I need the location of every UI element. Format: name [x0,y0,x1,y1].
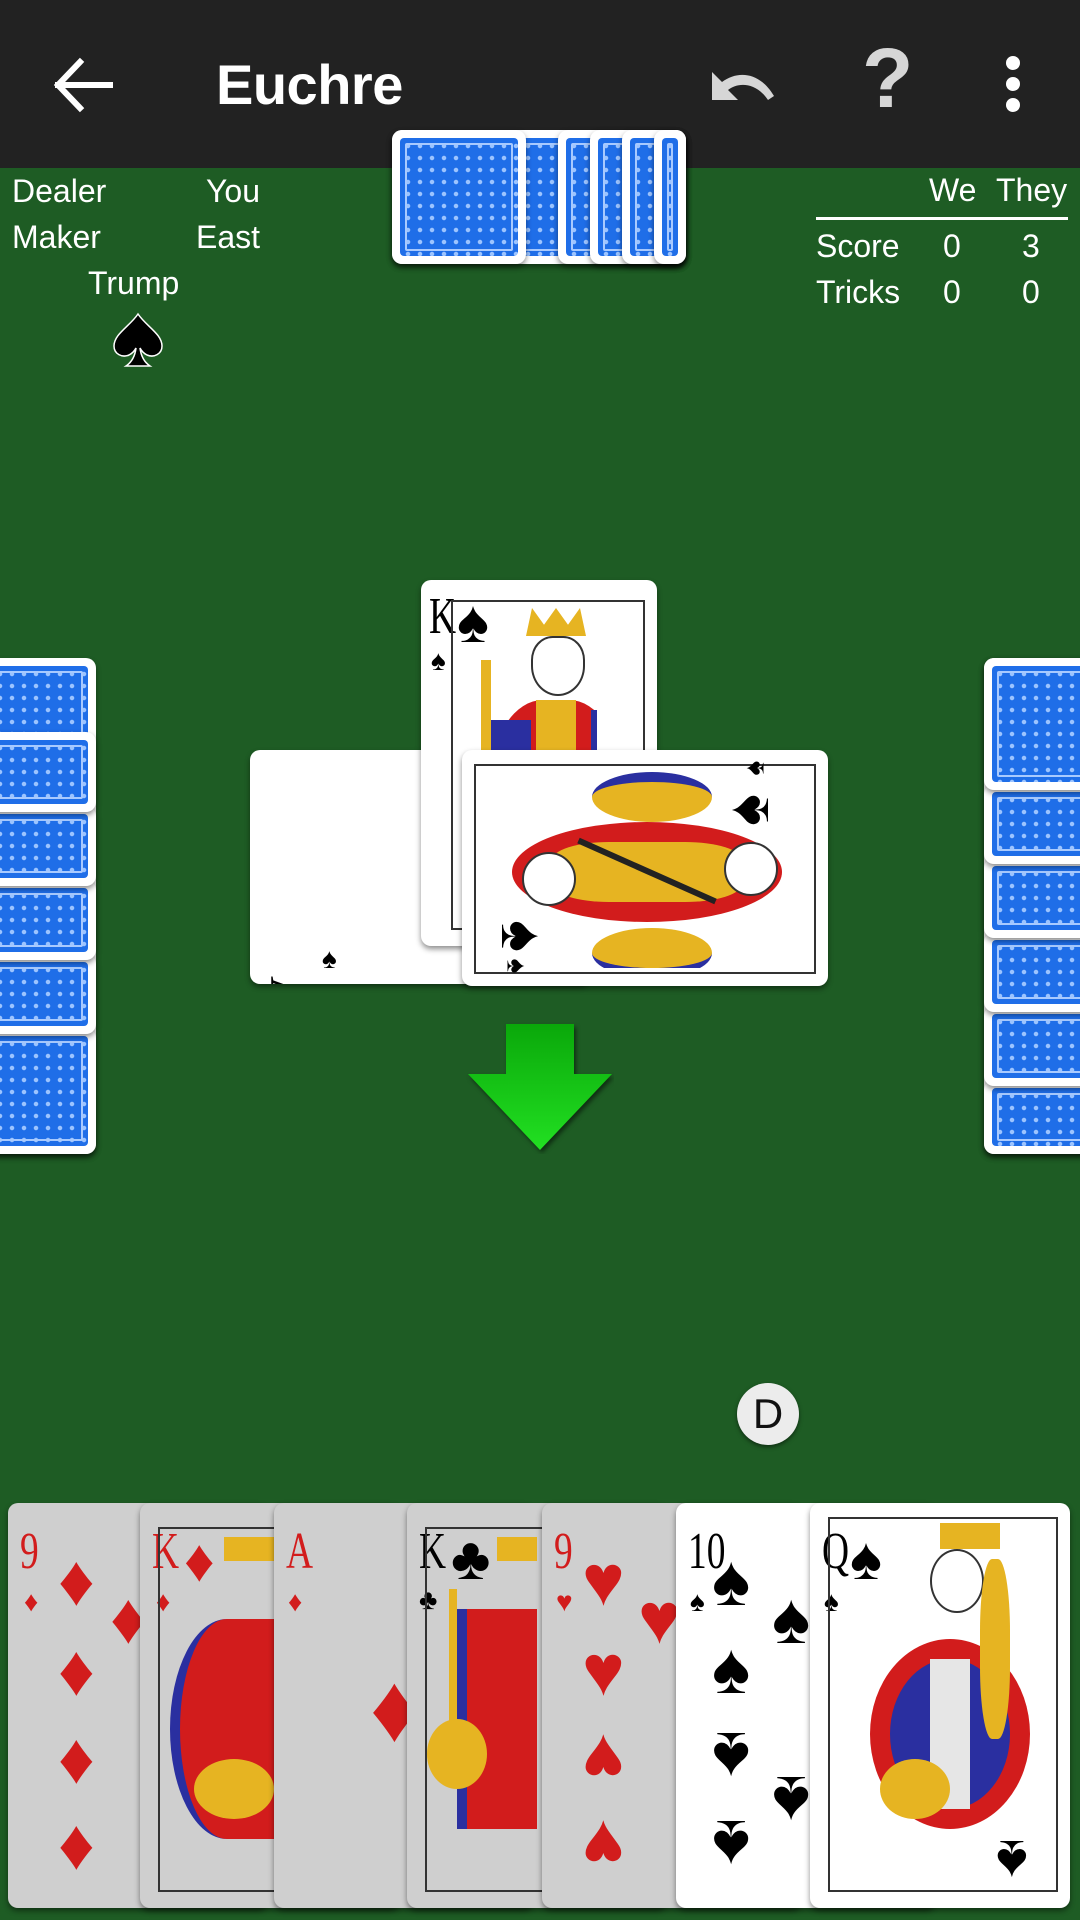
card-pip: ♦ [58,1805,95,1885]
page-title: Euchre [216,53,403,116]
card-back [654,130,686,264]
card-back [984,858,1080,938]
card-pip: ♠ [712,1805,751,1885]
card-rank: A [286,1523,314,1580]
hand-card[interactable]: Q ♠ ♠ ♠ [810,1503,1070,1908]
back-button[interactable] [52,54,114,116]
card-suit: ♠ [322,944,337,975]
card-back [984,1006,1080,1086]
arrow-left-icon [53,57,113,113]
help-button[interactable]: ? [862,36,913,120]
undo-button[interactable] [708,58,780,118]
undo-icon [712,72,774,100]
card-pip: ♠ [712,1717,751,1797]
card-pip: ♦ [58,1541,95,1621]
maker-label: Maker [12,219,101,255]
card-rank: 9 [20,1523,39,1580]
card-pip: ♦ [58,1719,95,1799]
spade-icon [113,312,163,367]
card-back [0,1028,96,1154]
score-we: 0 [943,228,961,264]
score-col-we: We [929,172,977,208]
trick-card-east: ♠ ♠ ♠ ♠ [462,750,828,986]
card-pip: ♥ [582,1805,625,1885]
card-back [0,880,96,960]
arrow-down-icon [468,1024,612,1150]
card-back [984,658,1080,790]
card-back [0,954,96,1034]
score-divider [816,217,1068,220]
more-vert-icon [996,56,1030,112]
tricks-row-label: Tricks [816,274,901,310]
card-back [392,130,526,264]
tricks-we: 0 [943,274,961,310]
card-suit-small: ♦ [288,1587,303,1618]
card-suit: ♠ [996,1828,1028,1894]
card-pip: ♦ [58,1631,95,1711]
card-rank: 9 [554,1523,573,1580]
dealer-value: You [206,173,260,209]
card-suit-small: ♥ [556,1587,573,1618]
card-back [984,1080,1080,1154]
tricks-they: 0 [1022,274,1040,310]
king-figure [164,1529,274,1889]
score-row-label: Score [816,228,900,264]
jack-figure [492,772,802,968]
card-suit-small: ♠ [431,646,446,677]
king-figure [427,1529,537,1889]
card-back [984,932,1080,1012]
score-col-they: They [996,172,1068,208]
card-pip: ♥ [638,1579,681,1659]
card-back [0,732,96,812]
maker-value: East [196,219,261,255]
card-suit-small: ♠ [690,1587,705,1618]
card-pip: ♥ [582,1719,625,1799]
card-pip: ♠ [712,1629,751,1709]
card-pip: ♠ [772,1761,811,1841]
card-pip: ♥ [582,1631,625,1711]
card-back [984,784,1080,864]
score-they: 3 [1022,228,1040,264]
dealer-label: Dealer [12,173,107,209]
card-rank: A [259,976,316,984]
dealer-marker: D [737,1383,799,1445]
card-suit-small: ♦ [24,1587,39,1618]
card-pip: ♥ [582,1541,625,1621]
trump-label: Trump [88,265,180,301]
card-pip: ♠ [772,1579,811,1659]
card-pip: ♠ [712,1541,751,1621]
card-back [0,806,96,886]
more-options-button[interactable] [996,56,1030,112]
